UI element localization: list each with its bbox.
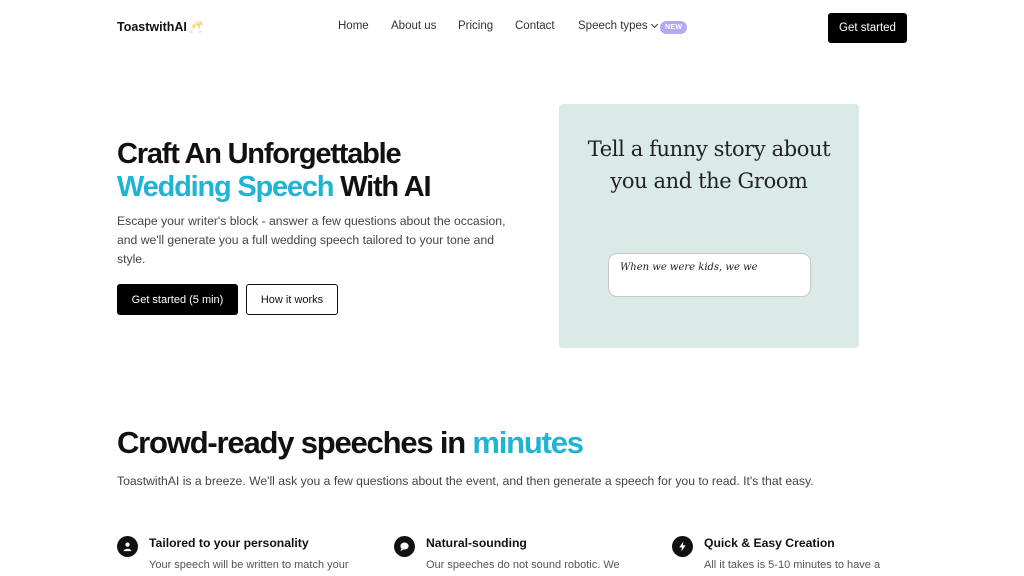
nav-about-us[interactable]: About us [391, 20, 436, 32]
hero-title-line2: Wedding Speech With AI [117, 170, 431, 204]
demo-prompt-line2: you and the Groom [610, 169, 808, 193]
get-started-button[interactable]: Get started (5 min) [117, 284, 238, 315]
demo-answer-input[interactable]: When we were kids, we we [608, 253, 811, 297]
feature-title: Quick & Easy Creation [704, 536, 835, 550]
hero-title: Craft An Unforgettable Wedding Speech Wi… [117, 138, 431, 204]
section-title-accent: minutes [472, 425, 584, 460]
section-title: Crowd-ready speeches in minutes [117, 425, 584, 461]
section-title-main: Crowd-ready speeches in [117, 425, 473, 460]
demo-prompt-line1: Tell a funny story about [587, 137, 831, 161]
person-icon [117, 536, 138, 557]
site-header: ToastwithAI 🥂 Home About us Pricing Conta… [0, 0, 1024, 56]
new-badge: NEW [660, 21, 688, 34]
how-it-works-button[interactable]: How it works [246, 284, 338, 315]
feature-title: Natural-sounding [426, 536, 527, 550]
champagne-glasses-icon: 🥂 [188, 20, 204, 34]
demo-prompt: Tell a funny story about you and the Gro… [559, 133, 859, 197]
header-get-started-button[interactable]: Get started [828, 13, 907, 43]
nav-speech-types[interactable]: Speech types [578, 20, 658, 32]
nav-pricing[interactable]: Pricing [458, 20, 493, 32]
logo[interactable]: ToastwithAI 🥂 [117, 20, 204, 34]
demo-card: Tell a funny story about you and the Gro… [559, 104, 859, 348]
lightning-icon [672, 536, 693, 557]
feature-text: All it takes is 5-10 minutes to have a [704, 559, 881, 571]
chevron-down-icon [650, 20, 658, 29]
nav-home[interactable]: Home [338, 20, 369, 32]
hero-title-rest: With AI [333, 170, 431, 203]
nav-speech-types-label: Speech types [578, 20, 648, 32]
feature-text: Our speeches do not sound robotic. We [426, 559, 620, 571]
feature-title: Tailored to your personality [149, 536, 309, 550]
nav-contact[interactable]: Contact [515, 20, 555, 32]
hero-title-line1: Craft An Unforgettable [117, 138, 402, 170]
logo-text: ToastwithAI [117, 20, 187, 34]
chat-bubble-icon [394, 536, 415, 557]
hero-title-accent: Wedding Speech [117, 170, 335, 203]
feature-text: Your speech will be written to match you… [149, 559, 349, 571]
hero-description: Escape your writer's block - answer a fe… [117, 214, 506, 266]
section-description: ToastwithAI is a breeze. We'll ask you a… [117, 474, 814, 488]
